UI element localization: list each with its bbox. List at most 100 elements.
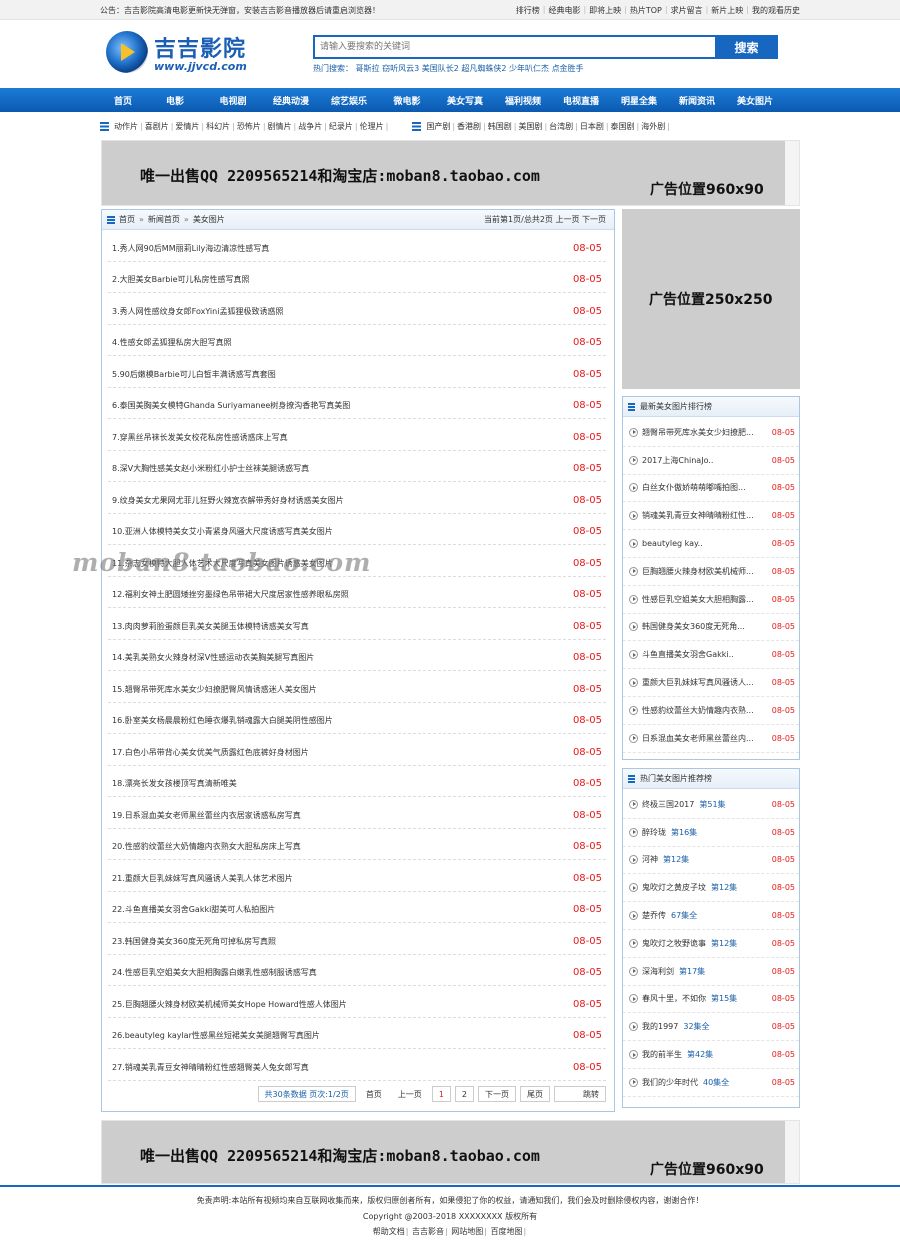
genre-link[interactable]: 恐怖片 bbox=[237, 121, 261, 132]
ranking-item-link[interactable]: 韩国健身美女360度无死角... bbox=[642, 621, 771, 632]
recommend-item-link[interactable]: 鬼吹灯之黄皮子坟 第12集 bbox=[642, 882, 771, 893]
genre-link[interactable]: 纪录片 bbox=[329, 121, 353, 132]
article-title-link[interactable]: 5.90后嫩模Barbie可儿白皙丰满诱惑写真套图 bbox=[112, 369, 276, 380]
hot-word[interactable]: 美国队长2 bbox=[422, 64, 459, 73]
bottom-banner-ad[interactable]: 唯一出售QQ 2209565214和淘宝店:moban8.taobao.com … bbox=[101, 1120, 800, 1184]
region-link[interactable]: 日本剧 bbox=[580, 121, 604, 132]
region-link[interactable]: 海外剧 bbox=[641, 121, 665, 132]
ranking-item-link[interactable]: 销魂美乳青豆女神晴晴粉红性... bbox=[642, 510, 771, 521]
ranking-item-link[interactable]: 性感巨乳空姐美女大胆相胸露... bbox=[642, 594, 771, 605]
recommend-item-link[interactable]: 我的前半生 第42集 bbox=[642, 1049, 771, 1060]
footer-link-player[interactable]: 吉吉影音 bbox=[412, 1227, 444, 1236]
recommend-item-link[interactable]: 楚乔传 67集全 bbox=[642, 910, 771, 921]
region-link[interactable]: 韩国剧 bbox=[488, 121, 512, 132]
article-title-link[interactable]: 2.大胆美女Barbie可儿私房性感写真照 bbox=[112, 274, 250, 285]
ranking-item-link[interactable]: 巨胸翘腰火辣身材欧美机械师... bbox=[642, 566, 771, 577]
top-link-request[interactable]: 求片留言 bbox=[671, 5, 703, 16]
region-link[interactable]: 香港剧 bbox=[457, 121, 481, 132]
article-title-link[interactable]: 1.秀人网90后MM丽莉Lily海边清凉性感写真 bbox=[112, 243, 269, 254]
ranking-item-link[interactable]: beautyleg kay.. bbox=[642, 539, 771, 548]
ranking-item-link[interactable]: 翘臀吊带死库水美女少妇撩肥... bbox=[642, 427, 771, 438]
footer-link-sitemap[interactable]: 网站地图 bbox=[451, 1227, 483, 1236]
top-banner-ad[interactable]: 唯一出售QQ 2209565214和淘宝店:moban8.taobao.com … bbox=[101, 140, 800, 206]
nav-item-live-tv[interactable]: 电视直播 bbox=[552, 94, 610, 107]
article-title-link[interactable]: 3.秀人网性感纹身女郎FoxYini孟狐狸极致诱惑照 bbox=[112, 306, 283, 317]
search-input[interactable] bbox=[313, 35, 715, 59]
top-link-classic[interactable]: 经典电影 bbox=[548, 5, 580, 16]
nav-item-tv[interactable]: 电视剧 bbox=[204, 94, 262, 107]
site-logo[interactable]: 吉吉影院 www.jjvcd.com bbox=[106, 29, 247, 79]
recommend-item-link[interactable]: 我的1997 32集全 bbox=[642, 1021, 771, 1032]
article-title-link[interactable]: 15.翘臀吊带死库水美女少妇撩肥臀风情诱惑迷人美女图片 bbox=[112, 684, 317, 695]
article-title-link[interactable]: 16.卧室美女杨晨晨粉红色睡衣爆乳销魂露大白腿美阴性感图片 bbox=[112, 715, 333, 726]
article-title-link[interactable]: 8.深V大胸性感美女赵小米粉红小护士丝袜美腿诱惑写真 bbox=[112, 463, 309, 474]
hot-word[interactable]: 窃听风云3 bbox=[382, 64, 419, 73]
pager-prev[interactable]: 上一页 bbox=[392, 1086, 428, 1102]
pager-next[interactable]: 下一页 bbox=[478, 1086, 516, 1102]
nav-item-micro-film[interactable]: 微电影 bbox=[378, 94, 436, 107]
pager-page-2[interactable]: 2 bbox=[454, 1086, 474, 1102]
ranking-item-link[interactable]: 斗鱼直播美女羽舍Gakki.. bbox=[642, 649, 771, 660]
pager-last[interactable]: 尾页 bbox=[520, 1086, 550, 1102]
nav-item-variety[interactable]: 综艺娱乐 bbox=[320, 94, 378, 107]
article-title-link[interactable]: 21.重颜大巨乳妹妹写真风骚诱人美乳人体艺术图片 bbox=[112, 873, 293, 884]
ranking-item-link[interactable]: 2017上海ChinaJo.. bbox=[642, 455, 771, 466]
breadcrumb-current[interactable]: 美女图片 bbox=[193, 214, 225, 225]
article-title-link[interactable]: 20.性感豹纹蕾丝大奶情趣内衣熟女大胆私房床上写真 bbox=[112, 841, 301, 852]
genre-link[interactable]: 爱情片 bbox=[175, 121, 199, 132]
article-title-link[interactable]: 18.漂亮长发女孩楼顶写真清新唯美 bbox=[112, 778, 237, 789]
top-link-upcoming[interactable]: 即将上映 bbox=[589, 5, 621, 16]
article-title-link[interactable]: 22.斗鱼直播美女羽舍Gakki甜美可人私拍图片 bbox=[112, 904, 275, 915]
footer-link-baidu-map[interactable]: 百度地图 bbox=[491, 1227, 523, 1236]
article-title-link[interactable]: 17.白色小吊带背心美女优美气质露红色底裤好身材图片 bbox=[112, 747, 309, 758]
region-link[interactable]: 泰国剧 bbox=[611, 121, 635, 132]
recommend-item-link[interactable]: 醉玲珑 第16集 bbox=[642, 827, 771, 838]
recommend-item-link[interactable]: 我们的少年时代 40集全 bbox=[642, 1077, 771, 1088]
genre-link[interactable]: 喜剧片 bbox=[145, 121, 169, 132]
ranking-item-link[interactable]: 重颜大巨乳妹妹写真风骚诱人... bbox=[642, 677, 771, 688]
article-title-link[interactable]: 12.福利女神土肥圆矮挫穷墨绿色吊带裙大尺度居家性感养眼私房照 bbox=[112, 589, 349, 600]
page-info[interactable]: 当前第1页/总共2页 上一页 下一页 bbox=[484, 214, 606, 225]
genre-link[interactable]: 伦理片 bbox=[360, 121, 384, 132]
hot-word[interactable]: 哥斯拉 bbox=[356, 64, 380, 73]
genre-link[interactable]: 剧情片 bbox=[268, 121, 292, 132]
article-title-link[interactable]: 6.泰国美胸美女模特Ghanda Suriyamanee树身撩沟香艳写真美图 bbox=[112, 400, 350, 411]
nav-item-beauty-pictures[interactable]: 美女图片 bbox=[726, 94, 784, 107]
recommend-item-link[interactable]: 春风十里，不如你 第15集 bbox=[642, 993, 771, 1004]
breadcrumb-home[interactable]: 首页 bbox=[119, 214, 135, 225]
ranking-item-link[interactable]: 白丝女仆傲娇萌萌嘟嘴拍图... bbox=[642, 482, 771, 493]
pager-first[interactable]: 首页 bbox=[360, 1086, 388, 1102]
region-link[interactable]: 国产剧 bbox=[426, 121, 450, 132]
article-title-link[interactable]: 25.巨胸翘腰火辣身材欧美机械师美女Hope Howard性感人体图片 bbox=[112, 999, 347, 1010]
genre-link[interactable]: 战争片 bbox=[298, 121, 322, 132]
pager-jump[interactable]: 跳转 bbox=[554, 1086, 606, 1102]
top-link-hot-top[interactable]: 热片TOP bbox=[630, 5, 662, 16]
hot-word[interactable]: 超凡蜘蛛侠2 bbox=[461, 64, 506, 73]
article-title-link[interactable]: 27.销魂美乳青豆女神晴晴粉红性感翘臀美人兔女郎写真 bbox=[112, 1062, 309, 1073]
article-title-link[interactable]: 23.韩国健身美女360度无死角可掉私房写真照 bbox=[112, 936, 276, 947]
hot-word[interactable]: 少年叭仁杰 bbox=[509, 64, 549, 73]
nav-item-beauty-photo[interactable]: 美女写真 bbox=[436, 94, 494, 107]
article-title-link[interactable]: 14.美乳美熟女火辣身材深V性感运动衣美胸美腿写真图片 bbox=[112, 652, 314, 663]
ranking-item-link[interactable]: 日系混血美女老师黑丝蕾丝内... bbox=[642, 733, 771, 744]
nav-item-welfare-video[interactable]: 福利视频 bbox=[494, 94, 552, 107]
recommend-item-link[interactable]: 深海利剑 第17集 bbox=[642, 966, 771, 977]
nav-item-news[interactable]: 新闻资讯 bbox=[668, 94, 726, 107]
top-link-rank[interactable]: 排行榜 bbox=[516, 5, 540, 16]
top-link-history[interactable]: 我的观看历史 bbox=[752, 5, 800, 16]
ranking-item-link[interactable]: 性感豹纹蕾丝大奶情趣内衣熟... bbox=[642, 705, 771, 716]
nav-item-movies[interactable]: 电影 bbox=[146, 94, 204, 107]
nav-item-stars[interactable]: 明星全集 bbox=[610, 94, 668, 107]
side-ad[interactable]: 广告位置250x250 bbox=[622, 209, 800, 389]
article-title-link[interactable]: 7.穿黑丝吊袜长发美女校花私房性感诱惑床上写真 bbox=[112, 432, 288, 443]
search-button[interactable]: 搜索 bbox=[715, 35, 778, 59]
hot-word[interactable]: 点金胜手 bbox=[552, 64, 584, 73]
region-link[interactable]: 美国剧 bbox=[518, 121, 542, 132]
article-title-link[interactable]: 13.肉肉萝莉脸蛋颜巨乳美女美腿玉体模特诱惑美女写真 bbox=[112, 621, 309, 632]
nav-item-anime[interactable]: 经典动漫 bbox=[262, 94, 320, 107]
recommend-item-link[interactable]: 河神 第12集 bbox=[642, 854, 771, 865]
breadcrumb-news[interactable]: 新闻首页 bbox=[148, 214, 180, 225]
recommend-item-link[interactable]: 鬼吹灯之牧野诡事 第12集 bbox=[642, 938, 771, 949]
article-title-link[interactable]: 26.beautyleg kaylar性感黑丝短裙美女美腿翘臀写真图片 bbox=[112, 1030, 320, 1041]
article-title-link[interactable]: 4.性感女郎孟狐狸私房大胆写真照 bbox=[112, 337, 232, 348]
